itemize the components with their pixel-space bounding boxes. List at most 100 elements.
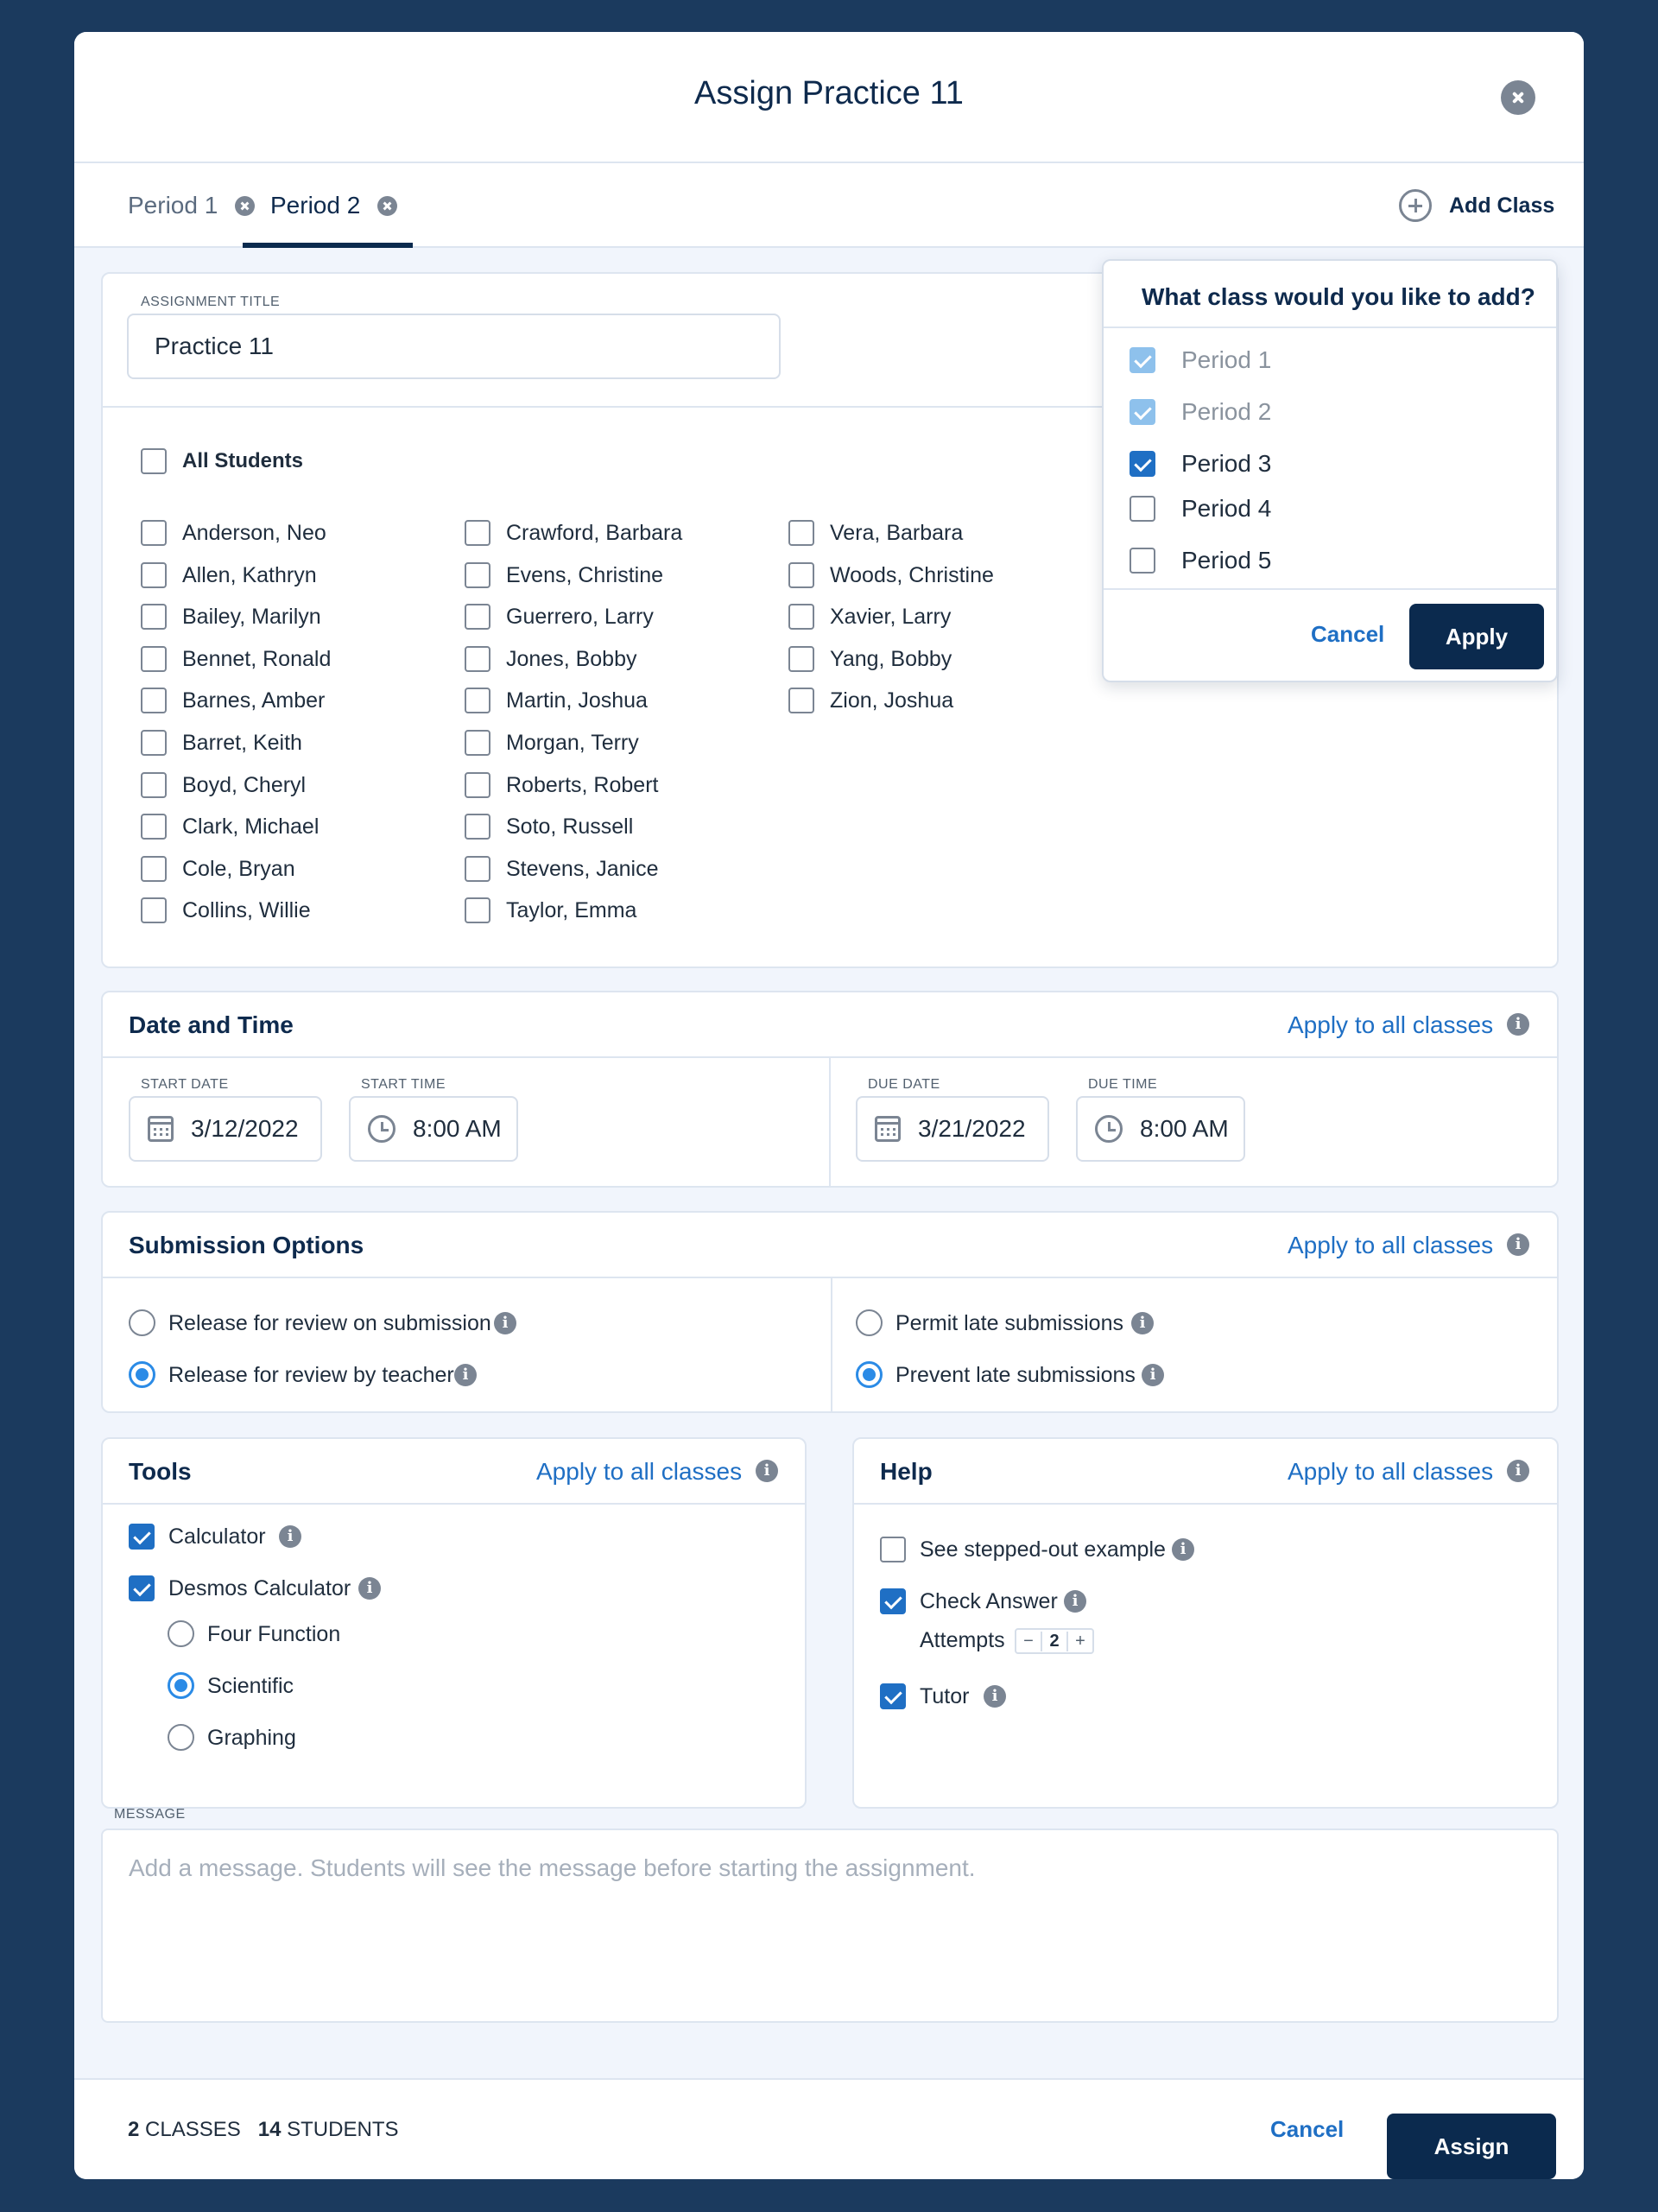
student-checkbox[interactable] (465, 730, 490, 756)
assign-button[interactable]: Assign (1387, 2114, 1556, 2179)
graphing-radio[interactable] (168, 1724, 194, 1751)
class-option-checkbox[interactable] (1130, 548, 1155, 574)
due-time-input[interactable]: 8:00 AM (1076, 1096, 1245, 1162)
info-icon[interactable]: i (1172, 1538, 1194, 1561)
student-checkbox[interactable] (141, 730, 167, 756)
student-checkbox[interactable] (141, 561, 167, 588)
remove-tab-icon[interactable] (235, 195, 256, 216)
all-students-checkbox[interactable] (141, 448, 167, 474)
student-checkbox[interactable] (788, 688, 814, 714)
class-option-label: Period 2 (1181, 398, 1272, 425)
student-checkbox[interactable] (141, 604, 167, 631)
info-icon[interactable]: i (1064, 1590, 1086, 1613)
student-checkbox[interactable] (465, 814, 490, 840)
classes-count: 2 (128, 2118, 140, 2141)
student-checkbox[interactable] (141, 771, 167, 798)
assignment-title-input[interactable]: Practice 11 (127, 314, 781, 379)
release-by-teacher-radio[interactable] (129, 1361, 155, 1388)
student-name: Allen, Kathryn (182, 562, 317, 587)
student-checkbox[interactable] (465, 771, 490, 798)
tutor-checkbox[interactable] (880, 1683, 906, 1709)
apply-all-link[interactable]: Apply to all classes (536, 1458, 742, 1486)
four-function-radio[interactable] (168, 1620, 194, 1647)
due-time-label: DUE TIME (1088, 1077, 1158, 1092)
student-checkbox[interactable] (465, 645, 490, 672)
message-textarea[interactable]: Add a message. Students will see the mes… (101, 1829, 1559, 2023)
start-time-input[interactable]: 8:00 AM (349, 1096, 518, 1162)
release-on-submission-radio[interactable] (129, 1309, 155, 1336)
attempts-stepper[interactable]: − 2 + (1015, 1628, 1094, 1654)
info-icon[interactable]: i (358, 1577, 381, 1600)
graphing-label: Graphing (207, 1726, 296, 1750)
apply-all-link[interactable]: Apply to all classes (1288, 1011, 1493, 1039)
class-tabs: Period 1 Period 2 Add Class (74, 163, 1584, 248)
student-name: Vera, Barbara (830, 521, 964, 545)
remove-tab-icon[interactable] (377, 195, 398, 216)
student-checkbox[interactable] (788, 604, 814, 631)
info-icon[interactable]: i (494, 1312, 516, 1334)
check-answer-checkbox[interactable] (880, 1588, 906, 1614)
student-checkbox[interactable] (788, 561, 814, 588)
divider (1104, 326, 1556, 328)
increment-button[interactable]: + (1068, 1632, 1092, 1651)
info-icon[interactable]: i (1507, 1013, 1529, 1036)
tab-period-2[interactable]: Period 2 (243, 163, 413, 248)
desmos-calculator-checkbox[interactable] (129, 1575, 155, 1601)
student-checkbox[interactable] (141, 520, 167, 546)
due-date-value: 3/21/2022 (918, 1115, 1026, 1142)
plus-circle-icon (1399, 189, 1432, 222)
student-checkbox[interactable] (465, 897, 490, 924)
clock-icon (368, 1115, 396, 1143)
info-icon[interactable]: i (279, 1525, 301, 1548)
start-date-input[interactable]: 3/12/2022 (129, 1096, 322, 1162)
student-checkbox[interactable] (788, 645, 814, 672)
info-icon[interactable]: i (1142, 1364, 1164, 1386)
start-date-value: 3/12/2022 (191, 1115, 299, 1142)
student-checkbox[interactable] (465, 520, 490, 546)
info-icon[interactable]: i (756, 1460, 778, 1482)
student-checkbox[interactable] (141, 688, 167, 714)
add-class-button[interactable]: Add Class (1399, 189, 1554, 222)
info-icon[interactable]: i (1507, 1460, 1529, 1482)
calendar-icon (148, 1116, 174, 1142)
assignment-title-value: Practice 11 (155, 333, 274, 359)
info-icon[interactable]: i (1507, 1233, 1529, 1256)
tab-period-1[interactable]: Period 1 (128, 163, 256, 248)
section-title: Help (880, 1458, 933, 1485)
calculator-checkbox[interactable] (129, 1524, 155, 1550)
student-checkbox[interactable] (141, 814, 167, 840)
student-checkbox[interactable] (465, 855, 490, 882)
info-icon[interactable]: i (984, 1685, 1006, 1708)
cancel-button[interactable]: Cancel (1270, 2116, 1344, 2143)
prevent-late-radio[interactable] (856, 1361, 883, 1388)
info-icon[interactable]: i (1131, 1312, 1154, 1334)
popover-apply-button[interactable]: Apply (1409, 604, 1544, 669)
student-checkbox[interactable] (141, 855, 167, 882)
calculator-label: Calculator (168, 1524, 266, 1549)
attempts-value[interactable]: 2 (1041, 1631, 1068, 1651)
date-time-card: Date and Time Apply to all classes i STA… (101, 991, 1559, 1188)
student-checkbox[interactable] (465, 561, 490, 588)
popover-cancel-button[interactable]: Cancel (1311, 621, 1384, 648)
due-date-label: DUE DATE (868, 1077, 940, 1092)
student-checkbox[interactable] (465, 604, 490, 631)
class-option-checkbox[interactable] (1130, 451, 1155, 477)
apply-all-link[interactable]: Apply to all classes (1288, 1458, 1493, 1486)
student-checkbox[interactable] (465, 688, 490, 714)
scientific-radio[interactable] (168, 1672, 194, 1699)
due-date-input[interactable]: 3/21/2022 (856, 1096, 1049, 1162)
student-checkbox[interactable] (141, 897, 167, 924)
stepped-out-checkbox[interactable] (880, 1537, 906, 1562)
class-option-checkbox[interactable] (1130, 496, 1155, 522)
decrement-button[interactable]: − (1016, 1632, 1041, 1651)
student-name: Cole, Bryan (182, 856, 295, 881)
student-checkbox[interactable] (141, 645, 167, 672)
apply-all-link[interactable]: Apply to all classes (1288, 1232, 1493, 1259)
divider (1104, 588, 1556, 590)
close-icon[interactable] (1501, 80, 1535, 115)
section-header: Help Apply to all classes i (854, 1439, 1557, 1505)
student-checkbox[interactable] (788, 520, 814, 546)
info-icon[interactable]: i (454, 1364, 477, 1386)
permit-late-radio[interactable] (856, 1309, 883, 1336)
selection-summary: 2 CLASSES 14 STUDENTS (128, 2118, 398, 2142)
